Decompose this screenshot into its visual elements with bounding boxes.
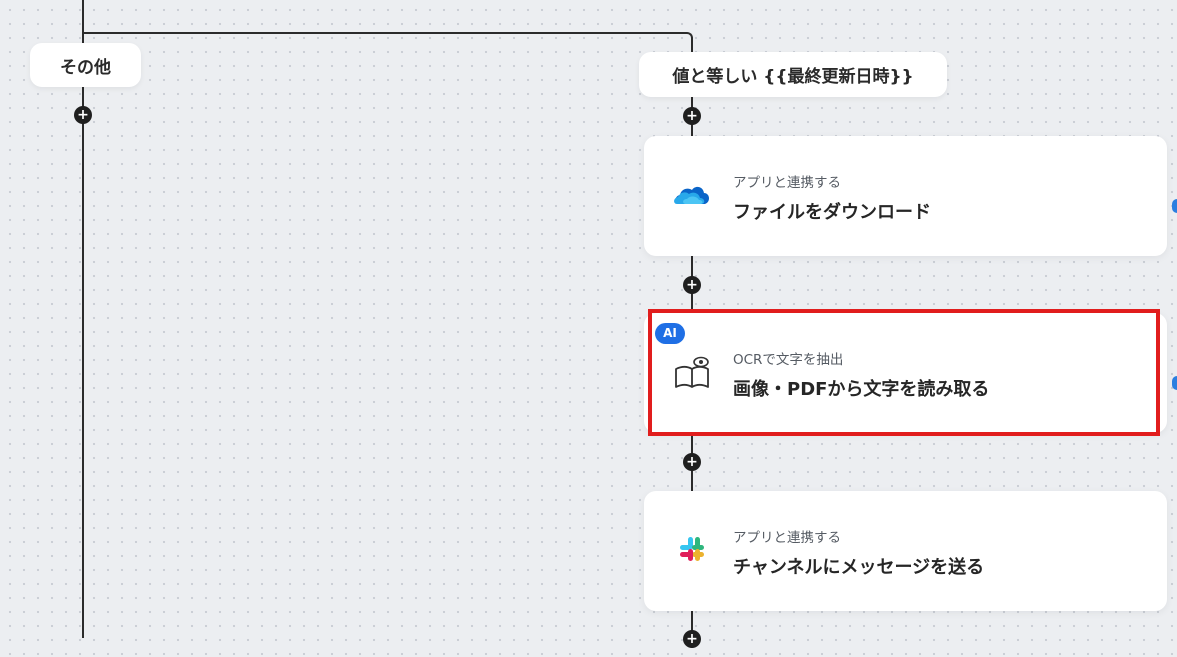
step-title: ファイルをダウンロード <box>733 202 931 223</box>
add-step-button-3[interactable]: + <box>683 453 701 471</box>
branch-label-condition-text: 値と等しい {{最終更新日時}} <box>672 67 914 87</box>
ocr-book-eye-icon <box>672 355 712 391</box>
step-subtitle: アプリと連携する <box>733 175 841 191</box>
connector-top-horizontal <box>82 32 684 34</box>
step-subtitle: アプリと連携する <box>733 530 841 546</box>
slack-icon <box>672 533 712 569</box>
branch-label-other[interactable]: その他 <box>30 43 141 87</box>
add-step-button-4[interactable]: + <box>683 630 701 648</box>
step-card-download-file-connector-dot <box>1172 199 1177 213</box>
step-title: 画像・PDFから文字を読み取る <box>733 379 990 400</box>
step-card-send-channel-message[interactable]: アプリと連携する チャンネルにメッセージを送る <box>644 491 1167 611</box>
branch-label-other-text: その他 <box>60 57 111 78</box>
add-step-button-left[interactable]: + <box>74 106 92 124</box>
step-title: チャンネルにメッセージを送る <box>733 557 985 578</box>
onedrive-icon <box>672 178 712 214</box>
add-step-button-1[interactable]: + <box>683 107 701 125</box>
branch-label-condition[interactable]: 値と等しい {{最終更新日時}} <box>639 52 947 97</box>
add-step-button-2[interactable]: + <box>683 276 701 294</box>
step-subtitle: OCRで文字を抽出 <box>733 352 844 368</box>
ai-badge: AI <box>655 323 685 344</box>
step-card-download-file[interactable]: アプリと連携する ファイルをダウンロード <box>644 136 1167 256</box>
flow-canvas: その他 値と等しい {{最終更新日時}} + + + + + アプリと連携する … <box>0 0 1177 657</box>
step-card-ocr-read-text[interactable]: OCRで文字を抽出 画像・PDFから文字を読み取る <box>644 313 1167 433</box>
step-card-ocr-connector-dot <box>1172 376 1177 390</box>
connector-left-vertical <box>82 0 84 638</box>
